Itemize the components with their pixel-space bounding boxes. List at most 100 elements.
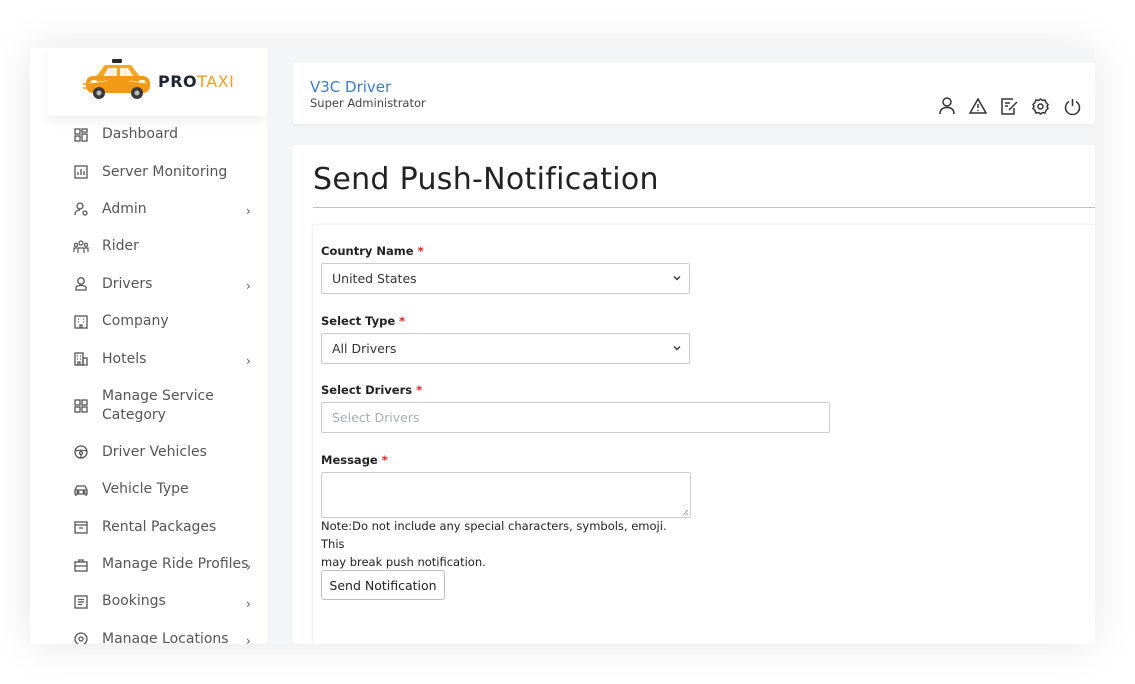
- main-content: Send Push-Notification Country Name * Un…: [293, 145, 1095, 644]
- building-icon: [74, 314, 88, 329]
- message-label: Message *: [321, 453, 388, 467]
- message-textarea[interactable]: [321, 472, 691, 518]
- sidebar-item-admin[interactable]: Admin ›: [30, 191, 267, 228]
- drivers-multiselect[interactable]: Select Drivers: [321, 402, 830, 433]
- type-select-value: All Drivers: [332, 341, 397, 356]
- notes-button[interactable]: [999, 96, 1021, 116]
- sidebar-item-driver-vehicles[interactable]: Driver Vehicles: [30, 434, 267, 471]
- admin-user-icon: [74, 202, 88, 217]
- country-label: Country Name *: [321, 244, 424, 258]
- logout-button[interactable]: [1061, 96, 1083, 116]
- user-icon: [939, 97, 955, 115]
- power-icon: [1064, 98, 1080, 115]
- chevron-right-icon: ›: [246, 597, 251, 612]
- brand-pro: PRO: [158, 72, 198, 91]
- driver-icon: [75, 277, 87, 291]
- sidebar-item-label: Drivers: [102, 275, 153, 292]
- chevron-right-icon: ›: [246, 279, 251, 294]
- type-label: Select Type *: [321, 314, 405, 328]
- alerts-button[interactable]: [967, 96, 989, 116]
- sidebar-item-manage-ride-profiles[interactable]: Manage Ride Profiles ›: [30, 546, 267, 583]
- sidebar-item-drivers[interactable]: Drivers ›: [30, 266, 267, 303]
- package-icon: [74, 521, 88, 534]
- app-window: PROTAXI Dashboard Server Monitoring Admi…: [30, 48, 1095, 644]
- chevron-right-icon: ›: [246, 634, 251, 644]
- drivers-placeholder: Select Drivers: [332, 410, 420, 425]
- drivers-label-text: Select Drivers: [321, 383, 413, 397]
- taxi-logo-icon: [83, 59, 150, 99]
- profile-button[interactable]: [936, 96, 958, 116]
- warning-icon: [969, 98, 988, 114]
- chart-icon: [74, 165, 88, 179]
- note-line-1: Note:Do not include any special characte…: [321, 519, 667, 551]
- sidebar-item-company[interactable]: Company: [30, 303, 267, 340]
- note-line-2: may break push notification.: [321, 555, 486, 569]
- country-select-value: United States: [332, 271, 417, 286]
- edit-icon: [1001, 97, 1018, 115]
- logo[interactable]: PROTAXI: [48, 48, 267, 116]
- sidebar-item-label: Company: [102, 313, 169, 330]
- riders-group-icon: [73, 240, 89, 253]
- sidebar-item-manage-locations[interactable]: Manage Locations ›: [30, 621, 267, 644]
- chevron-right-icon: ›: [246, 354, 251, 369]
- type-label-text: Select Type: [321, 314, 396, 328]
- page-title: Send Push-Notification: [313, 162, 659, 197]
- required-mark: *: [381, 453, 388, 467]
- user-role: Super Administrator: [310, 96, 426, 110]
- brand-taxi: TAXI: [197, 72, 235, 91]
- sidebar-item-label: Server Monitoring: [102, 163, 228, 180]
- sidebar-item-bookings[interactable]: Bookings ›: [30, 583, 267, 620]
- sidebar-item-rider[interactable]: Rider: [30, 228, 267, 265]
- dashboard-grid-icon: [74, 128, 88, 142]
- car-icon: [74, 485, 88, 496]
- sidebar: PROTAXI Dashboard Server Monitoring Admi…: [30, 48, 267, 644]
- sidebar-item-label: Manage Service Category: [102, 387, 214, 423]
- push-notification-form: Country Name * United States Select Type…: [313, 225, 1095, 644]
- sidebar-item-label: Hotels: [102, 350, 147, 367]
- sidebar-item-rental-packages[interactable]: Rental Packages: [30, 509, 267, 546]
- chevron-down-icon: [673, 276, 681, 281]
- sidebar-item-vehicle-type[interactable]: Vehicle Type: [30, 471, 267, 508]
- sidebar-item-label: Dashboard: [102, 126, 178, 143]
- steering-wheel-icon: [74, 445, 88, 460]
- country-label-text: Country Name: [321, 244, 414, 258]
- sidebar-nav: Dashboard Server Monitoring Admin › Ride…: [30, 116, 267, 644]
- location-pin-icon: [74, 632, 88, 644]
- sidebar-item-label: Driver Vehicles: [102, 443, 207, 460]
- brand-name: PROTAXI: [158, 72, 234, 91]
- required-mark: *: [399, 314, 406, 328]
- sidebar-item-dashboard[interactable]: Dashboard: [30, 116, 267, 153]
- category-grid-icon: [74, 399, 88, 413]
- sidebar-item-label: Rider: [102, 238, 139, 255]
- briefcase-icon: [74, 558, 88, 572]
- chevron-down-icon: [673, 346, 681, 351]
- sidebar-item-label: Manage Ride Profiles: [102, 556, 249, 573]
- top-header: V3C Driver Super Administrator: [293, 62, 1095, 124]
- sidebar-item-label: Vehicle Type: [102, 481, 189, 498]
- message-label-text: Message: [321, 453, 378, 467]
- resize-grip-icon[interactable]: [682, 509, 689, 516]
- bookings-list-icon: [74, 595, 88, 609]
- settings-button[interactable]: [1030, 96, 1052, 116]
- title-divider: [313, 207, 1095, 208]
- settings-icon: [1032, 97, 1050, 115]
- app-title: V3C Driver: [310, 78, 392, 96]
- header-actions: [936, 96, 1092, 116]
- sidebar-item-label: Manage Locations: [102, 630, 229, 644]
- drivers-label: Select Drivers *: [321, 383, 422, 397]
- hotel-icon: [74, 352, 88, 366]
- required-mark: *: [416, 383, 423, 397]
- chevron-right-icon: ›: [246, 204, 251, 219]
- message-note: Note:Do not include any special characte…: [321, 517, 691, 571]
- send-notification-button[interactable]: Send Notification: [321, 570, 445, 600]
- country-select[interactable]: United States: [321, 263, 690, 294]
- sidebar-item-label: Rental Packages: [102, 518, 217, 535]
- required-mark: *: [417, 244, 424, 258]
- sidebar-item-label: Admin: [102, 200, 147, 217]
- sidebar-item-hotels[interactable]: Hotels ›: [30, 340, 267, 377]
- sidebar-item-label: Bookings: [102, 593, 166, 610]
- sidebar-item-manage-service-category[interactable]: Manage Service Category: [30, 378, 267, 434]
- sidebar-item-server-monitoring[interactable]: Server Monitoring: [30, 153, 267, 190]
- chevron-right-icon: ›: [246, 559, 251, 574]
- type-select[interactable]: All Drivers: [321, 333, 690, 364]
